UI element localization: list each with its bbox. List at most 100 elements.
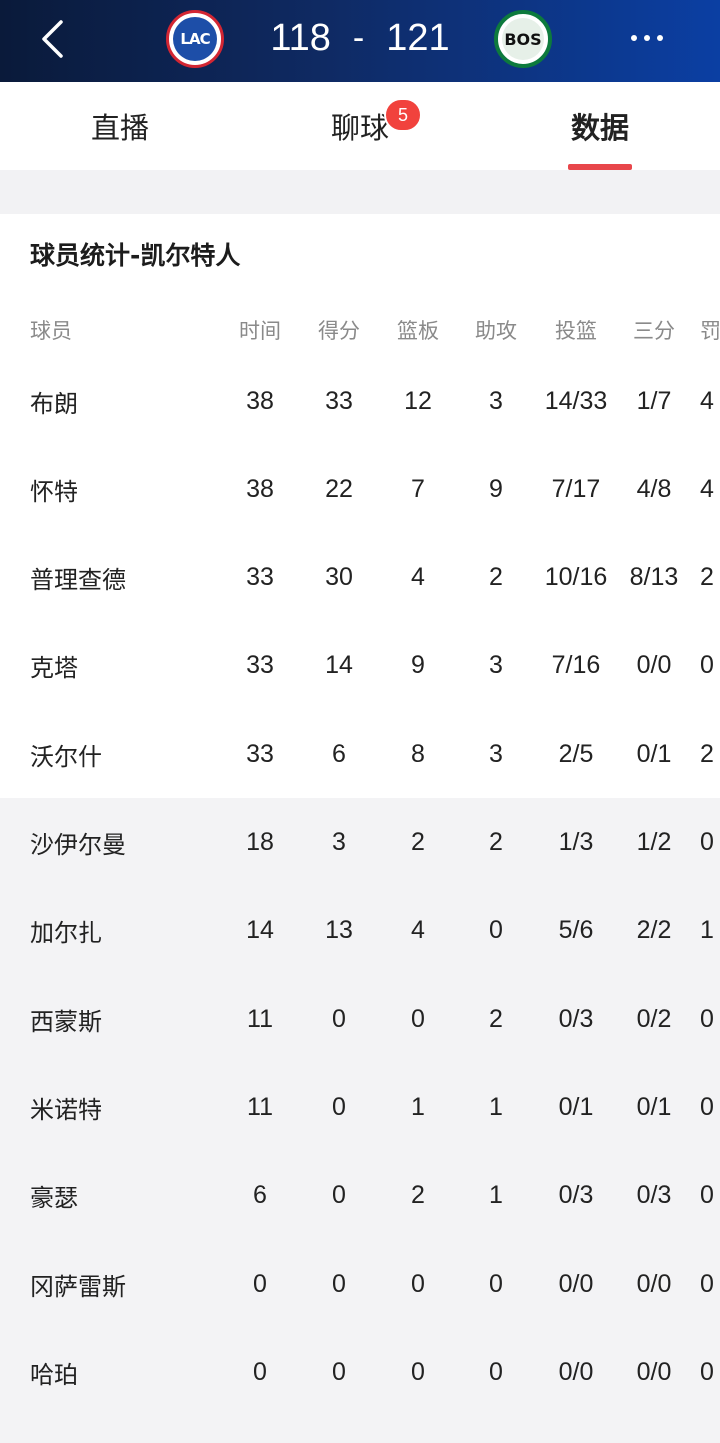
minutes-cell: 0	[253, 1269, 267, 1298]
chat-badge: 5	[384, 98, 422, 132]
player-name-cell: 布朗	[30, 389, 78, 418]
three-pointers-cell: 4/8	[636, 474, 672, 503]
points-cell: 0	[332, 1357, 346, 1386]
rebounds-cell: 12	[404, 386, 432, 415]
points-cell: 3	[332, 828, 346, 856]
minutes-cell: 18	[246, 828, 274, 856]
col-header-points: 得分	[318, 319, 360, 343]
col-header-assists: 助攻	[475, 319, 517, 343]
free-throws-cell: 0	[700, 1092, 714, 1121]
assists-cell: 9	[489, 474, 503, 503]
player-name-cell: 怀特	[30, 477, 78, 506]
free-throws-cell: 2	[700, 563, 714, 592]
field-goals-cell: 0/0	[558, 1357, 594, 1386]
rebounds-cell: 4	[411, 916, 425, 945]
section-divider	[0, 170, 720, 214]
three-pointers-cell: 0/3	[636, 1181, 672, 1210]
tab-stats[interactable]: 数据	[550, 82, 650, 170]
minutes-cell: 6	[253, 1181, 267, 1210]
rebounds-cell: 0	[411, 1004, 425, 1033]
bos-logo-text: BOS	[502, 18, 544, 60]
stats-header-row: 球员 时间 得分 篮板 助攻 投篮 三分 罚	[0, 300, 720, 360]
assists-cell: 2	[489, 563, 503, 592]
player-row[interactable]: 哈珀 0 0 0 0 0/0 0/0 0	[0, 1328, 720, 1416]
three-pointers-cell: 0/0	[636, 1269, 672, 1298]
rebounds-cell: 1	[411, 1092, 425, 1121]
player-name-cell: 普理查德	[30, 566, 126, 595]
player-row[interactable]: 西蒙斯 11 0 0 2 0/3 0/2 0	[0, 975, 720, 1063]
player-name-cell: 西蒙斯	[30, 1007, 102, 1036]
col-header-free-throws: 罚	[700, 319, 720, 343]
points-cell: 13	[325, 916, 353, 945]
player-row[interactable]: 普理查德 33 30 4 2 10/16 8/13 2	[0, 534, 720, 622]
player-stats-section: 球员统计-凯尔特人 球员 时间 得分 篮板 助攻 投篮 三分 罚 布朗 38 33 1…	[0, 214, 720, 1443]
points-cell: 0	[332, 1269, 346, 1298]
col-header-field-goals: 投篮	[555, 319, 597, 343]
free-throws-cell: 4	[700, 386, 714, 415]
player-row[interactable]: 冈萨雷斯 0 0 0 0 0/0 0/0 0	[0, 1240, 720, 1328]
away-team-logo[interactable]: BOS	[494, 10, 552, 68]
points-cell: 6	[332, 739, 346, 768]
chevron-left-icon	[42, 20, 63, 58]
away-score: 121	[386, 16, 450, 59]
free-throws-cell: 0	[700, 1004, 714, 1033]
player-row[interactable]: 怀特 38 22 7 9 7/17 4/8 4	[0, 445, 720, 533]
three-pointers-cell: 0/0	[636, 651, 672, 680]
player-row[interactable]: 克塔 33 14 9 3 7/16 0/0 0	[0, 622, 720, 710]
three-pointers-cell: 8/13	[629, 563, 679, 592]
minutes-cell: 14	[246, 916, 274, 945]
rebounds-cell: 0	[411, 1269, 425, 1298]
player-name-cell: 沃尔什	[30, 742, 102, 771]
three-pointers-cell: 0/2	[636, 1004, 672, 1033]
player-row[interactable]: 豪瑟 6 0 2 1 0/3 0/3 0	[0, 1152, 720, 1240]
back-button[interactable]	[28, 14, 76, 64]
assists-cell: 3	[489, 739, 503, 768]
minutes-cell: 0	[253, 1357, 267, 1386]
player-name-cell: 沙伊尔曼	[30, 831, 126, 859]
three-pointers-cell: 1/7	[636, 386, 672, 415]
player-name-cell: 冈萨雷斯	[30, 1272, 126, 1301]
rebounds-cell: 8	[411, 739, 425, 768]
player-row[interactable]: 沙伊尔曼 18 3 2 2 1/3 1/2 0	[0, 799, 720, 887]
field-goals-cell: 0/3	[558, 1004, 594, 1033]
points-cell: 0	[332, 1181, 346, 1210]
free-throws-cell: 4	[700, 474, 714, 503]
player-name-cell: 克塔	[30, 654, 78, 683]
minutes-cell: 11	[247, 1092, 273, 1121]
points-cell: 14	[325, 651, 353, 680]
home-team-logo[interactable]: LAC	[166, 10, 224, 68]
field-goals-cell: 1/3	[558, 828, 594, 856]
points-cell: 0	[332, 1092, 346, 1121]
player-row[interactable]: 加尔扎 14 13 4 0 5/6 2/2 1	[0, 887, 720, 975]
three-pointers-cell: 1/2	[636, 828, 672, 856]
field-goals-cell: 10/16	[544, 563, 608, 592]
free-throws-cell: 0	[700, 828, 714, 856]
assists-cell: 0	[489, 1269, 503, 1298]
assists-cell: 2	[489, 1004, 503, 1033]
minutes-cell: 33	[246, 739, 274, 768]
score-display: 118 - 121	[230, 12, 490, 64]
field-goals-cell: 2/5	[558, 739, 594, 768]
minutes-cell: 38	[246, 386, 274, 415]
assists-cell: 3	[489, 386, 503, 415]
section-title: 球员统计-凯尔特人	[30, 241, 241, 270]
more-options-button[interactable]	[618, 20, 676, 56]
tab-live[interactable]: 直播	[70, 82, 170, 170]
score-separator: -	[352, 18, 365, 57]
field-goals-cell: 7/17	[551, 474, 601, 503]
minutes-cell: 11	[247, 1004, 273, 1033]
free-throws-cell: 2	[700, 739, 714, 768]
three-pointers-cell: 0/1	[636, 739, 672, 768]
player-row[interactable]: 沃尔什 33 6 8 3 2/5 0/1 2	[0, 710, 720, 798]
player-row[interactable]: 布朗 38 33 12 3 14/33 1/7 4	[0, 357, 720, 445]
player-row[interactable]: 米诺特 11 0 1 1 0/1 0/1 0	[0, 1063, 720, 1151]
player-name-cell: 豪瑟	[30, 1184, 78, 1213]
col-header-minutes: 时间	[239, 319, 281, 343]
more-dots-icon	[631, 35, 663, 41]
field-goals-cell: 0/3	[558, 1181, 594, 1210]
assists-cell: 2	[489, 828, 503, 856]
rebounds-cell: 2	[411, 1181, 425, 1210]
assists-cell: 0	[489, 916, 503, 945]
points-cell: 30	[325, 563, 353, 592]
assists-cell: 0	[489, 1357, 503, 1386]
